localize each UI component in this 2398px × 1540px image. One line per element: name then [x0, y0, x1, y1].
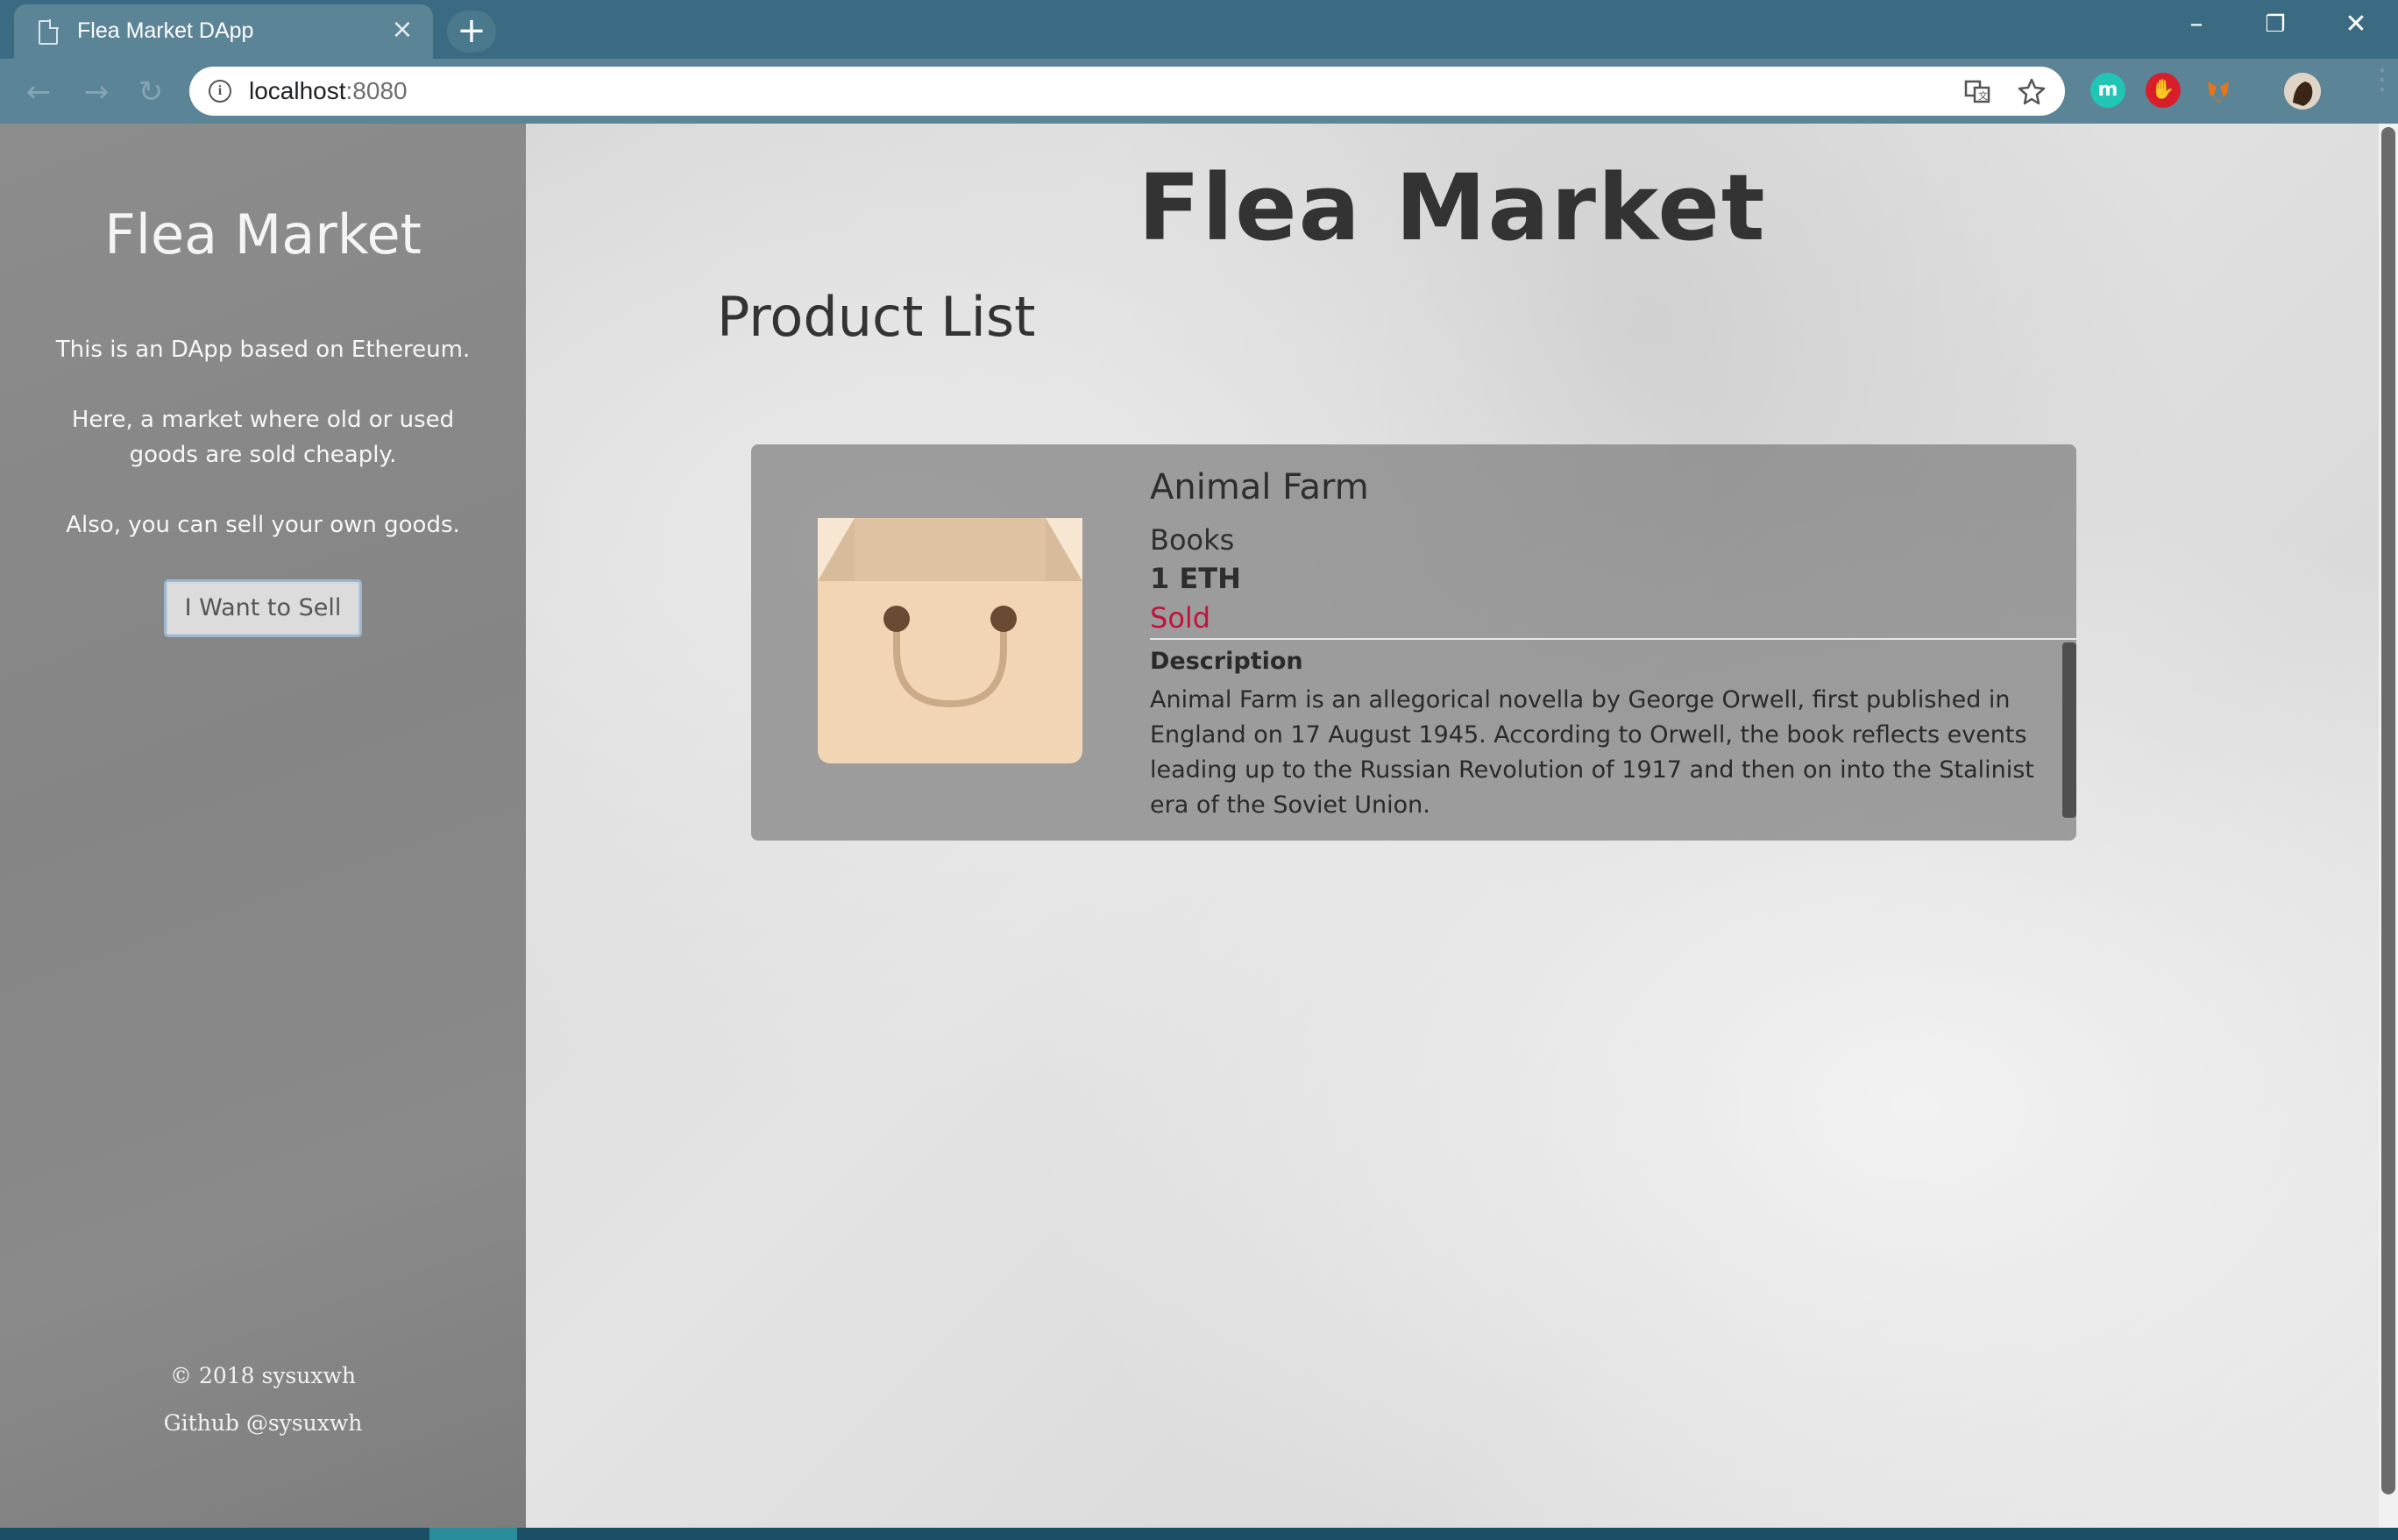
star-icon[interactable]: [2018, 77, 2046, 105]
description-box[interactable]: Description Animal Farm is an allegorica…: [1150, 641, 2076, 841]
shopping-bag-icon: [818, 518, 1082, 763]
restore-button[interactable]: ❐: [2247, 0, 2303, 49]
new-tab-button[interactable]: +: [447, 11, 496, 53]
svg-text:文: 文: [1978, 89, 1988, 102]
github-link[interactable]: Github @sysuxwh: [0, 1410, 526, 1436]
product-category: Books: [1150, 523, 1235, 557]
description-text: Animal Farm is an allegorical novella by…: [1150, 686, 2034, 819]
description-label: Description: [1150, 648, 1303, 675]
main-content: Flea Market Product List Animal Farm Boo…: [526, 124, 2379, 1528]
page-viewport: Flea Market This is an DApp based on Eth…: [0, 124, 2398, 1528]
menu-icon[interactable]: ⋮: [2368, 65, 2396, 110]
sidebar-description: Here, a market where old or used goods a…: [71, 407, 455, 468]
page-scrollbar[interactable]: [2379, 124, 2398, 1528]
reload-icon[interactable]: ↻: [131, 73, 170, 111]
card-divider: [1150, 638, 2076, 640]
description-scrollbar[interactable]: [2062, 642, 2076, 818]
forward-icon[interactable]: →: [77, 73, 116, 111]
info-icon[interactable]: i: [209, 80, 231, 103]
url-host: localhost: [249, 77, 346, 104]
close-window-button[interactable]: ✕: [2328, 0, 2384, 49]
browser-titlebar: Flea Market DApp × + – ❐ ✕: [0, 0, 2398, 59]
section-title: Product List: [717, 285, 1036, 349]
browser-tab[interactable]: Flea Market DApp ×: [14, 4, 433, 59]
url-port: :8080: [345, 77, 408, 104]
sidebar-sell-hint: Also, you can sell your own goods.: [66, 512, 460, 538]
want-to-sell-button[interactable]: I Want to Sell: [164, 579, 362, 637]
tab-close-button[interactable]: ×: [387, 15, 417, 45]
minimize-button[interactable]: –: [2168, 0, 2224, 49]
back-icon[interactable]: ←: [19, 73, 58, 111]
page-icon: [39, 19, 59, 45]
browser-toolbar: ← → ↻ i localhost:8080 文 m ✋ ⋮: [0, 59, 2398, 124]
product-price: 1 ETH: [1150, 562, 1241, 595]
taskbar-active-item[interactable]: [429, 1528, 517, 1540]
tab-title: Flea Market DApp: [77, 18, 254, 43]
mendeley-icon[interactable]: m: [2090, 73, 2125, 108]
product-card[interactable]: Animal Farm Books 1 ETH Sold Description…: [751, 444, 2076, 841]
product-name: Animal Farm: [1150, 467, 1369, 507]
sidebar-title: Flea Market: [104, 202, 422, 266]
adblock-icon[interactable]: ✋: [2146, 73, 2181, 108]
sidebar: Flea Market This is an DApp based on Eth…: [0, 124, 526, 1528]
taskbar: [0, 1528, 2398, 1540]
profile-avatar[interactable]: [2284, 73, 2321, 110]
address-bar[interactable]: i localhost:8080 文: [189, 67, 2065, 116]
page-title: Flea Market: [1138, 154, 1767, 261]
metamask-icon[interactable]: [2201, 73, 2236, 108]
copyright-text: © 2018 sysuxwh: [170, 1363, 356, 1388]
page-scrollbar-thumb[interactable]: [2381, 127, 2395, 1494]
product-status: Sold: [1150, 601, 1211, 635]
translate-icon[interactable]: 文: [1963, 77, 1991, 105]
sidebar-intro: This is an DApp based on Ethereum.: [55, 337, 471, 363]
url-text[interactable]: localhost:8080: [249, 77, 408, 105]
